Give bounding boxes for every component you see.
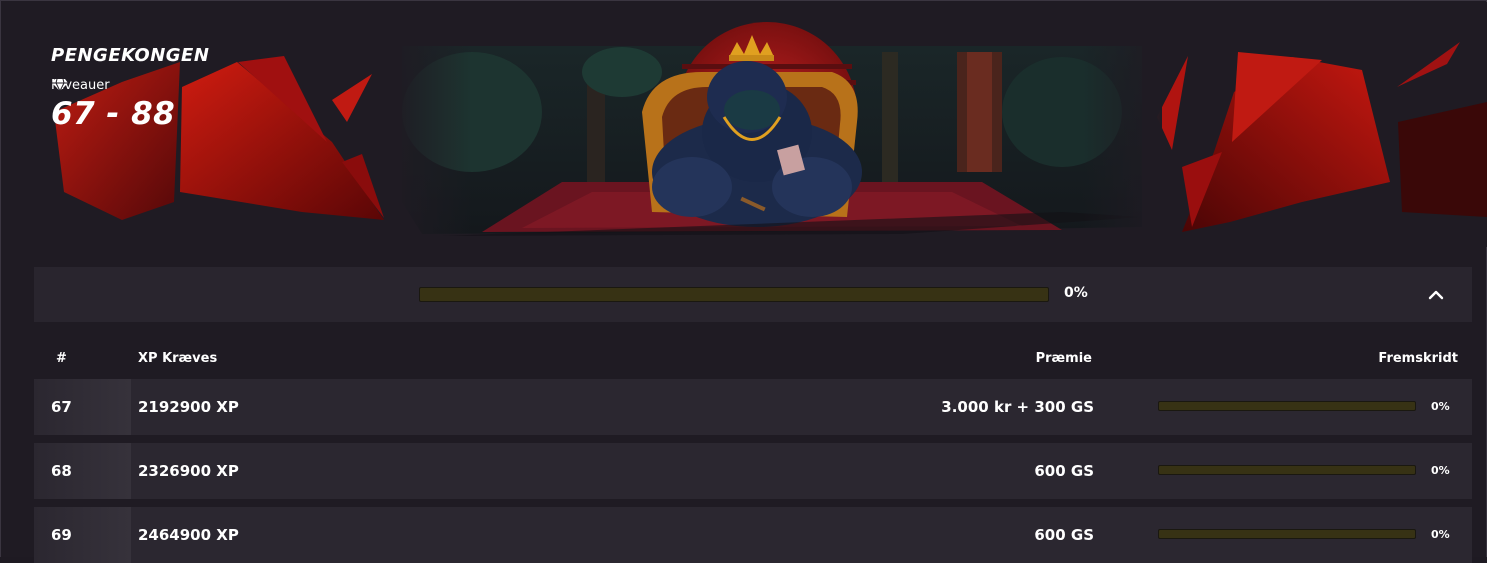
level-number: 67 — [51, 398, 72, 416]
xp-required: 2326900 XP — [138, 462, 239, 480]
level-number-cell — [34, 507, 131, 563]
column-header-prize: Præmie — [1035, 351, 1092, 366]
column-header-progress: Fremskridt — [1378, 351, 1458, 366]
group-progress-percent: 0% — [1064, 285, 1088, 301]
gorilla-king-illustration — [402, 22, 1142, 236]
levels-label-row: Niveauer — [51, 78, 110, 93]
level-progress-bar — [1158, 465, 1416, 475]
level-progress-percent: 0% — [1431, 400, 1450, 413]
level-row: 69 2464900 XP 600 GS 0% — [34, 507, 1472, 563]
xp-required: 2464900 XP — [138, 526, 239, 544]
level-prize: 3.000 kr + 300 GS — [941, 398, 1094, 416]
level-group-panel: PENGEKONGEN Niveauer 67 - 88 0% # XP Kræ… — [0, 0, 1487, 563]
right-red-shards — [1157, 42, 1487, 232]
level-prize: 600 GS — [1034, 462, 1094, 480]
levels-range: 67 - 88 — [51, 96, 176, 132]
level-number-cell — [34, 443, 131, 499]
level-prize: 600 GS — [1034, 526, 1094, 544]
level-group-title: PENGEKONGEN — [51, 45, 210, 66]
diamond-icon — [52, 78, 68, 92]
level-number: 69 — [51, 526, 72, 544]
level-number: 68 — [51, 462, 72, 480]
level-banner: PENGEKONGEN Niveauer 67 - 88 — [2, 2, 1487, 247]
group-progress-bar — [419, 287, 1049, 302]
group-progress-summary: 0% — [34, 267, 1472, 322]
level-progress-percent: 0% — [1431, 464, 1450, 477]
level-progress-bar — [1158, 401, 1416, 411]
level-row: 67 2192900 XP 3.000 kr + 300 GS 0% — [34, 379, 1472, 435]
xp-required: 2192900 XP — [138, 398, 239, 416]
level-number-cell — [34, 379, 131, 435]
column-header-xp: XP Kræves — [138, 351, 218, 366]
column-header-number: # — [56, 351, 67, 366]
banner-artwork — [54, 22, 1487, 242]
level-progress-bar — [1158, 529, 1416, 539]
chevron-up-icon[interactable] — [1427, 287, 1445, 303]
level-row: 68 2326900 XP 600 GS 0% — [34, 443, 1472, 499]
level-progress-percent: 0% — [1431, 528, 1450, 541]
